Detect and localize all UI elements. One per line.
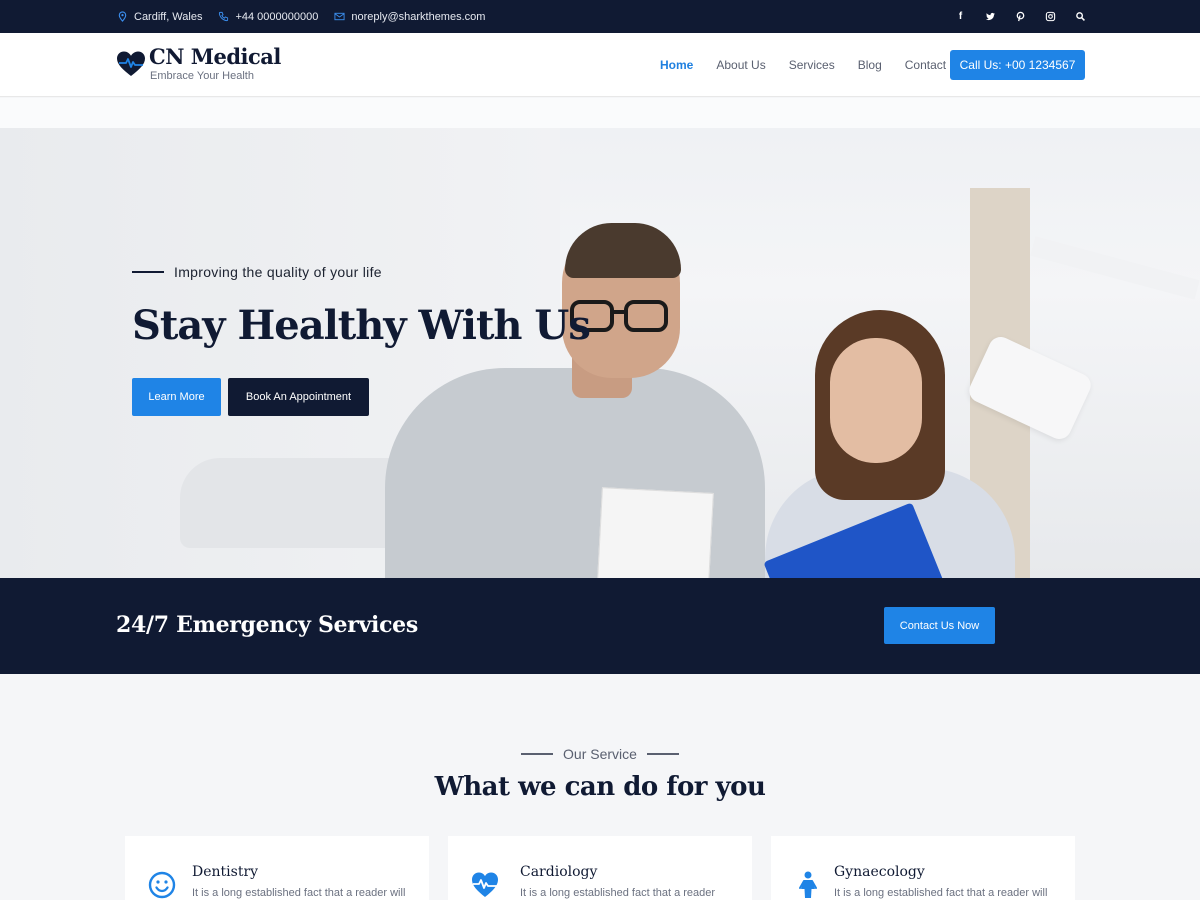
email-text[interactable]: noreply@sharkthemes.com [351, 11, 485, 23]
service-card-title: Gynaecology [834, 864, 925, 880]
contact-info: Cardiff, Wales +44 0000000000 noreply@sh… [117, 0, 485, 33]
phone-icon [219, 11, 229, 22]
social-links: f [955, 0, 1086, 33]
nav-blog[interactable]: Blog [858, 58, 882, 72]
subtitle-divider [132, 271, 164, 273]
service-card-desc: It is a long established fact that a rea… [192, 887, 406, 899]
hero-ceiling [0, 98, 1200, 128]
service-cards: Dentistry It is a long established fact … [125, 836, 1075, 900]
hero-doctor-woman-face [830, 338, 922, 463]
nav-contact[interactable]: Contact [905, 58, 946, 72]
service-card-title: Dentistry [192, 864, 259, 880]
top-bar: Cardiff, Wales +44 0000000000 noreply@sh… [0, 0, 1200, 33]
brand-name: CN Medical [149, 44, 281, 69]
service-card-cardiology[interactable]: Cardiology It is a long established fact… [448, 836, 752, 900]
call-us-button[interactable]: Call Us: +00 1234567 [950, 50, 1085, 80]
hero-banner: Improving the quality of your life Stay … [0, 98, 1200, 578]
envelope-icon [334, 12, 345, 21]
female-icon [793, 870, 823, 900]
hero-lamp-arm [1030, 236, 1200, 300]
nav-services[interactable]: Services [789, 58, 835, 72]
location-item: Cardiff, Wales [117, 11, 202, 23]
service-card-gynaecology[interactable]: Gynaecology It is a long established fac… [771, 836, 1075, 900]
nav-about-us[interactable]: About Us [716, 58, 765, 72]
map-pin-icon [118, 11, 127, 22]
main-nav: Home About Us Services Blog Contact [660, 33, 946, 97]
hero-title: Stay Healthy With Us [132, 302, 591, 349]
search-icon[interactable] [1075, 11, 1086, 22]
instagram-icon[interactable] [1045, 11, 1056, 22]
services-section: Our Service What we can do for you Denti… [0, 674, 1200, 900]
hero-white-folder [594, 487, 714, 578]
services-kicker: Our Service [0, 746, 1200, 762]
heartbeat-icon [470, 870, 500, 900]
brand-tagline: Embrace Your Health [150, 70, 254, 82]
phone-text[interactable]: +44 0000000000 [235, 11, 318, 23]
service-card-desc: It is a long established fact that a rea… [834, 887, 1048, 899]
phone-item[interactable]: +44 0000000000 [218, 11, 318, 23]
services-title: What we can do for you [434, 772, 766, 802]
hero-subtitle: Improving the quality of your life [132, 264, 590, 280]
kicker-divider-right [646, 753, 679, 755]
site-logo[interactable]: CN Medical Embrace Your Health [116, 45, 281, 83]
logo-text: CN Medical Embrace Your Health [149, 45, 281, 83]
learn-more-button[interactable]: Learn More [132, 378, 221, 416]
site-header: CN Medical Embrace Your Health Home Abou… [0, 33, 1200, 97]
twitter-icon[interactable] [985, 11, 996, 22]
pinterest-icon[interactable] [1015, 11, 1026, 22]
location-text: Cardiff, Wales [134, 10, 203, 23]
email-item[interactable]: noreply@sharkthemes.com [334, 11, 485, 23]
facebook-icon[interactable]: f [955, 11, 966, 22]
service-card-title: Cardiology [520, 864, 598, 880]
hero-buttons: Learn More Book An Appointment [132, 378, 590, 416]
heart-pulse-logo-icon [117, 51, 145, 76]
service-card-dentistry[interactable]: Dentistry It is a long established fact … [125, 836, 429, 900]
hero-content: Improving the quality of your life Stay … [132, 264, 591, 416]
kicker-divider-left [521, 753, 554, 755]
smile-icon [147, 870, 177, 900]
hero-subtitle-text: Improving the quality of your life [174, 264, 382, 280]
contact-us-now-button[interactable]: Contact Us Now [884, 607, 995, 644]
service-card-desc: It is a long established fact that a rea… [520, 887, 716, 899]
emergency-band: 24/7 Emergency Services Contact Us Now [0, 578, 1200, 674]
emergency-title: 24/7 Emergency Services [116, 612, 418, 638]
book-appointment-button[interactable]: Book An Appointment [228, 378, 369, 416]
nav-home[interactable]: Home [660, 58, 693, 72]
services-kicker-text: Our Service [563, 746, 637, 762]
